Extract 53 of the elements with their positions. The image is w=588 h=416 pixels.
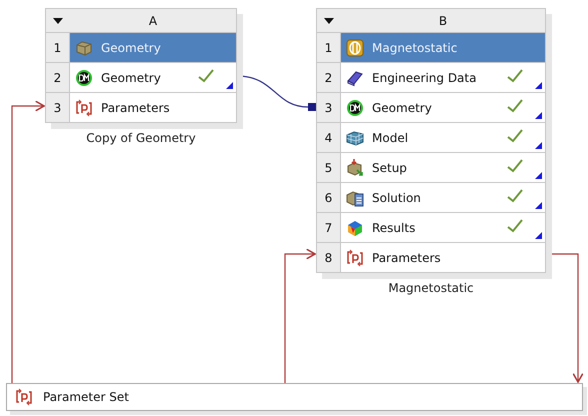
parameters-icon bbox=[75, 98, 93, 116]
row-number: 4 bbox=[317, 123, 341, 152]
cell-label: Parameters bbox=[101, 100, 170, 114]
dropdown-triangle-icon bbox=[324, 18, 334, 24]
corner-triangle-icon bbox=[535, 82, 542, 89]
results-icon bbox=[346, 218, 364, 236]
book-icon bbox=[346, 68, 364, 86]
row-number: 1 bbox=[317, 33, 341, 62]
corner-triangle-icon bbox=[226, 82, 233, 89]
mesh-icon bbox=[346, 128, 364, 146]
magnet-icon bbox=[346, 38, 364, 56]
corner-triangle-icon bbox=[535, 142, 542, 149]
system-cell[interactable]: Magnetostatic bbox=[341, 33, 545, 62]
row-number: 8 bbox=[317, 243, 341, 272]
row-number: 3 bbox=[46, 93, 70, 122]
cell-label: Setup bbox=[372, 160, 407, 174]
system-menu-button[interactable] bbox=[317, 9, 341, 32]
column-header: B bbox=[341, 9, 545, 32]
row-number: 5 bbox=[317, 153, 341, 182]
cell-label: Geometry bbox=[101, 70, 161, 84]
cell-label: Geometry bbox=[101, 40, 161, 54]
dropdown-triangle-icon bbox=[53, 18, 63, 24]
setup-icon bbox=[346, 158, 364, 176]
cell-label: Parameters bbox=[372, 250, 441, 264]
cell-label: Magnetostatic bbox=[372, 40, 458, 54]
solution-icon bbox=[346, 188, 364, 206]
corner-triangle-icon bbox=[535, 172, 542, 179]
column-header: A bbox=[70, 9, 236, 32]
block-icon bbox=[75, 38, 93, 56]
corner-triangle-icon bbox=[535, 202, 542, 209]
system-caption: Magnetostatic bbox=[387, 281, 475, 295]
cell-label: Results bbox=[372, 220, 416, 234]
cell-label: Engineering Data bbox=[372, 70, 476, 84]
system-menu-button[interactable] bbox=[46, 9, 70, 32]
cell-label: Geometry bbox=[372, 100, 432, 114]
parameters-icon bbox=[15, 388, 33, 406]
parameters-icon bbox=[346, 248, 364, 266]
parameter-set-bar[interactable]: Parameter Set bbox=[6, 383, 583, 411]
dm-icon bbox=[75, 68, 93, 86]
row-number: 3 bbox=[317, 93, 341, 122]
row-number: 2 bbox=[317, 63, 341, 92]
row-number: 1 bbox=[46, 33, 70, 62]
cell-label: Solution bbox=[372, 190, 421, 204]
row-number: 7 bbox=[317, 213, 341, 242]
row-number: 2 bbox=[46, 63, 70, 92]
corner-triangle-icon bbox=[535, 112, 542, 119]
system-caption: Copy of Geometry bbox=[85, 131, 197, 145]
system-cell[interactable]: Geometry bbox=[70, 33, 236, 62]
row-number: 6 bbox=[317, 183, 341, 212]
cell-label: Model bbox=[372, 130, 408, 144]
dm-icon bbox=[346, 98, 364, 116]
corner-triangle-icon bbox=[535, 232, 542, 239]
parameter-set-label: Parameter Set bbox=[43, 390, 129, 404]
